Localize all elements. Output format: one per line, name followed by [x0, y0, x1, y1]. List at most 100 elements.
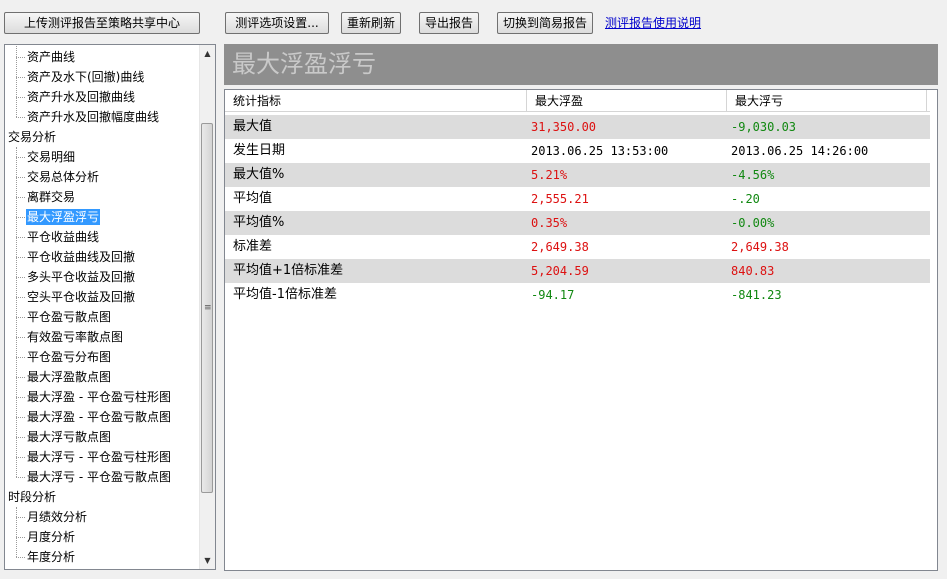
- max-profit-cell: 0.35%: [531, 216, 568, 230]
- tree-item[interactable]: 交易总体分析: [5, 157, 201, 187]
- tree-item[interactable]: 最大浮盈浮亏: [5, 197, 201, 227]
- tree-item-label: 时段分析: [8, 490, 57, 504]
- max-loss-cell: -9,030.03: [731, 120, 797, 134]
- max-profit-cell: 2013.06.25 13:53:00: [531, 144, 669, 158]
- tree-item-label: 多头平仓收益及回撤: [27, 270, 136, 284]
- tree-item-label: 最大浮盈 - 平仓盈亏柱形图: [27, 390, 171, 404]
- metric-cell: 发生日期: [233, 143, 286, 158]
- tree-item-label: 资产及水下(回撤)曲线: [27, 70, 145, 84]
- report-tree: 资产曲线资产及水下(回撤)曲线 资产升水及回撤曲线资产升水及回撤幅度曲线交易分析交…: [4, 44, 216, 570]
- max-profit-cell: 2,555.21: [531, 192, 589, 206]
- max-loss-cell: 840.83: [731, 264, 775, 278]
- tree-item[interactable]: 资产升水及回撤曲线: [5, 77, 201, 107]
- stats-table: 统计指标 最大浮盈 最大浮亏 最大值 31,350.00 -9,030.03 发生日期…: [224, 89, 938, 571]
- tree-item-label: 空头平仓收益及回撤: [27, 290, 136, 304]
- scroll-thumb[interactable]: ≡: [201, 123, 213, 493]
- tree-item[interactable]: 最大浮亏 - 平仓盈亏散点图: [5, 457, 201, 487]
- tree-item[interactable]: 交易明细: [5, 147, 201, 167]
- tree-item[interactable]: 平仓盈亏散点图: [5, 297, 201, 327]
- tree-item-label: 离群交易: [27, 190, 76, 204]
- max-profit-cell: 5.21%: [531, 168, 568, 182]
- tree-item[interactable]: 平仓盈亏分布图: [5, 337, 201, 367]
- tree-item[interactable]: 有效盈亏率散点图: [5, 317, 201, 347]
- column-header-metric[interactable]: 统计指标: [225, 90, 527, 111]
- tree-item-label: 平仓盈亏散点图: [27, 310, 112, 324]
- metric-cell: 标准差: [233, 239, 273, 254]
- tree-item-label: 平仓盈亏分布图: [27, 350, 112, 364]
- max-loss-cell: -841.23: [731, 288, 782, 302]
- table-row[interactable]: 发生日期 2013.06.25 13:53:00 2013.06.25 14:26:…: [225, 139, 930, 163]
- column-header-max-profit[interactable]: 最大浮盈: [527, 90, 727, 111]
- tree-item[interactable]: 月绩效分析: [5, 507, 201, 527]
- tree-item-label: 最大浮亏 - 平仓盈亏柱形图: [27, 450, 171, 464]
- max-profit-cell: 31,350.00: [531, 120, 597, 134]
- table-row[interactable]: 平均值 2,555.21 -.20: [225, 187, 930, 211]
- tree-item[interactable]: 平仓收益曲线: [5, 217, 201, 247]
- metric-cell: 平均值+1倍标准差: [233, 263, 344, 278]
- tree-item-label: 交易总体分析: [27, 170, 100, 184]
- table-row[interactable]: 平均值-1倍标准差 -94.17 -841.23: [225, 283, 930, 307]
- tree-item[interactable]: 多头平仓收益及回撤: [5, 257, 201, 287]
- table-row[interactable]: 最大值 31,350.00 -9,030.03: [225, 115, 930, 139]
- tree-item[interactable]: 最大浮盈 - 平仓盈亏柱形图: [5, 377, 201, 407]
- metric-cell: 最大值: [233, 119, 273, 134]
- metric-cell: 平均值-1倍标准差: [233, 287, 337, 302]
- metric-cell: 平均值%: [233, 215, 285, 230]
- switch-simple-report-button[interactable]: 切换到简易报告: [497, 12, 593, 34]
- max-profit-cell: 2,649.38: [531, 240, 589, 254]
- tree-item[interactable]: 最大浮亏 - 平仓盈亏柱形图: [5, 437, 201, 467]
- tree-item[interactable]: 资产及水下(回撤)曲线: [5, 57, 201, 87]
- table-row[interactable]: 标准差 2,649.38 2,649.38: [225, 235, 930, 259]
- tree-item[interactable]: 最大浮亏散点图: [5, 417, 201, 447]
- table-row[interactable]: 平均值+1倍标准差 5,204.59 840.83: [225, 259, 930, 283]
- metric-cell: 平均值: [233, 191, 273, 206]
- tree-group[interactable]: 时段分析: [5, 487, 201, 507]
- tree-item-label: 资产曲线: [27, 50, 76, 64]
- metric-cell: 最大值%: [233, 167, 285, 182]
- tree-item[interactable]: 离群交易: [5, 177, 201, 207]
- tree-list: 资产曲线资产及水下(回撤)曲线 资产升水及回撤曲线资产升水及回撤幅度曲线交易分析交…: [5, 45, 201, 567]
- max-profit-cell: -94.17: [531, 288, 575, 302]
- tree-item-label: 平仓收益曲线及回撤: [27, 250, 136, 264]
- max-loss-cell: -4.56%: [731, 168, 775, 182]
- max-loss-cell: -0.00%: [731, 216, 775, 230]
- export-report-button[interactable]: 导出报告: [419, 12, 479, 34]
- grip-icon: ≡: [204, 303, 212, 313]
- tree-item[interactable]: 空头平仓收益及回撤: [5, 277, 201, 307]
- scroll-down-icon[interactable]: ▼: [200, 552, 215, 569]
- tree-group[interactable]: 交易分析: [5, 127, 201, 147]
- table-header: 统计指标 最大浮盈 最大浮亏: [225, 90, 930, 112]
- tree-item-label: 有效盈亏率散点图: [27, 330, 124, 344]
- tree-item[interactable]: 年度分析: [5, 537, 201, 567]
- tree-item-label: 资产升水及回撤曲线: [27, 90, 136, 104]
- tree-item-label: 月度分析: [27, 530, 76, 544]
- tree-scrollbar[interactable]: ▲ ≡ ▼: [199, 45, 215, 569]
- tree-item-label: 最大浮盈浮亏: [26, 209, 101, 225]
- report-title: 最大浮盈浮亏: [224, 44, 938, 85]
- table-row[interactable]: 平均值% 0.35% -0.00%: [225, 211, 930, 235]
- table-row[interactable]: 最大值% 5.21% -4.56%: [225, 163, 930, 187]
- help-link[interactable]: 测评报告使用说明: [605, 14, 701, 31]
- tree-item[interactable]: 平仓收益曲线及回撤: [5, 237, 201, 267]
- tree-item[interactable]: 资产升水及回撤幅度曲线: [5, 97, 201, 127]
- tree-item-label: 最大浮亏散点图: [27, 430, 112, 444]
- max-profit-cell: 5,204.59: [531, 264, 589, 278]
- options-settings-button[interactable]: 测评选项设置...: [225, 12, 329, 34]
- max-loss-cell: -.20: [731, 192, 760, 206]
- upload-report-button[interactable]: 上传测评报告至策略共享中心: [4, 12, 200, 34]
- max-loss-cell: 2013.06.25 14:26:00: [731, 144, 869, 158]
- scroll-up-icon[interactable]: ▲: [200, 45, 215, 62]
- tree-item[interactable]: 资产曲线: [5, 45, 201, 67]
- tree-item-label: 交易分析: [8, 130, 57, 144]
- max-loss-cell: 2,649.38: [731, 240, 789, 254]
- tree-item[interactable]: 最大浮盈散点图: [5, 357, 201, 387]
- column-header-max-loss[interactable]: 最大浮亏: [727, 90, 927, 111]
- tree-item-label: 最大浮亏 - 平仓盈亏散点图: [27, 470, 171, 484]
- tree-item-label: 资产升水及回撤幅度曲线: [27, 110, 160, 124]
- tree-item-label: 月绩效分析: [27, 510, 88, 524]
- tree-item-label: 交易明细: [27, 150, 76, 164]
- refresh-button[interactable]: 重新刷新: [341, 12, 401, 34]
- tree-item[interactable]: 最大浮盈 - 平仓盈亏散点图: [5, 397, 201, 427]
- tree-item[interactable]: 月度分析: [5, 517, 201, 547]
- tree-item-label: 最大浮盈 - 平仓盈亏散点图: [27, 410, 171, 424]
